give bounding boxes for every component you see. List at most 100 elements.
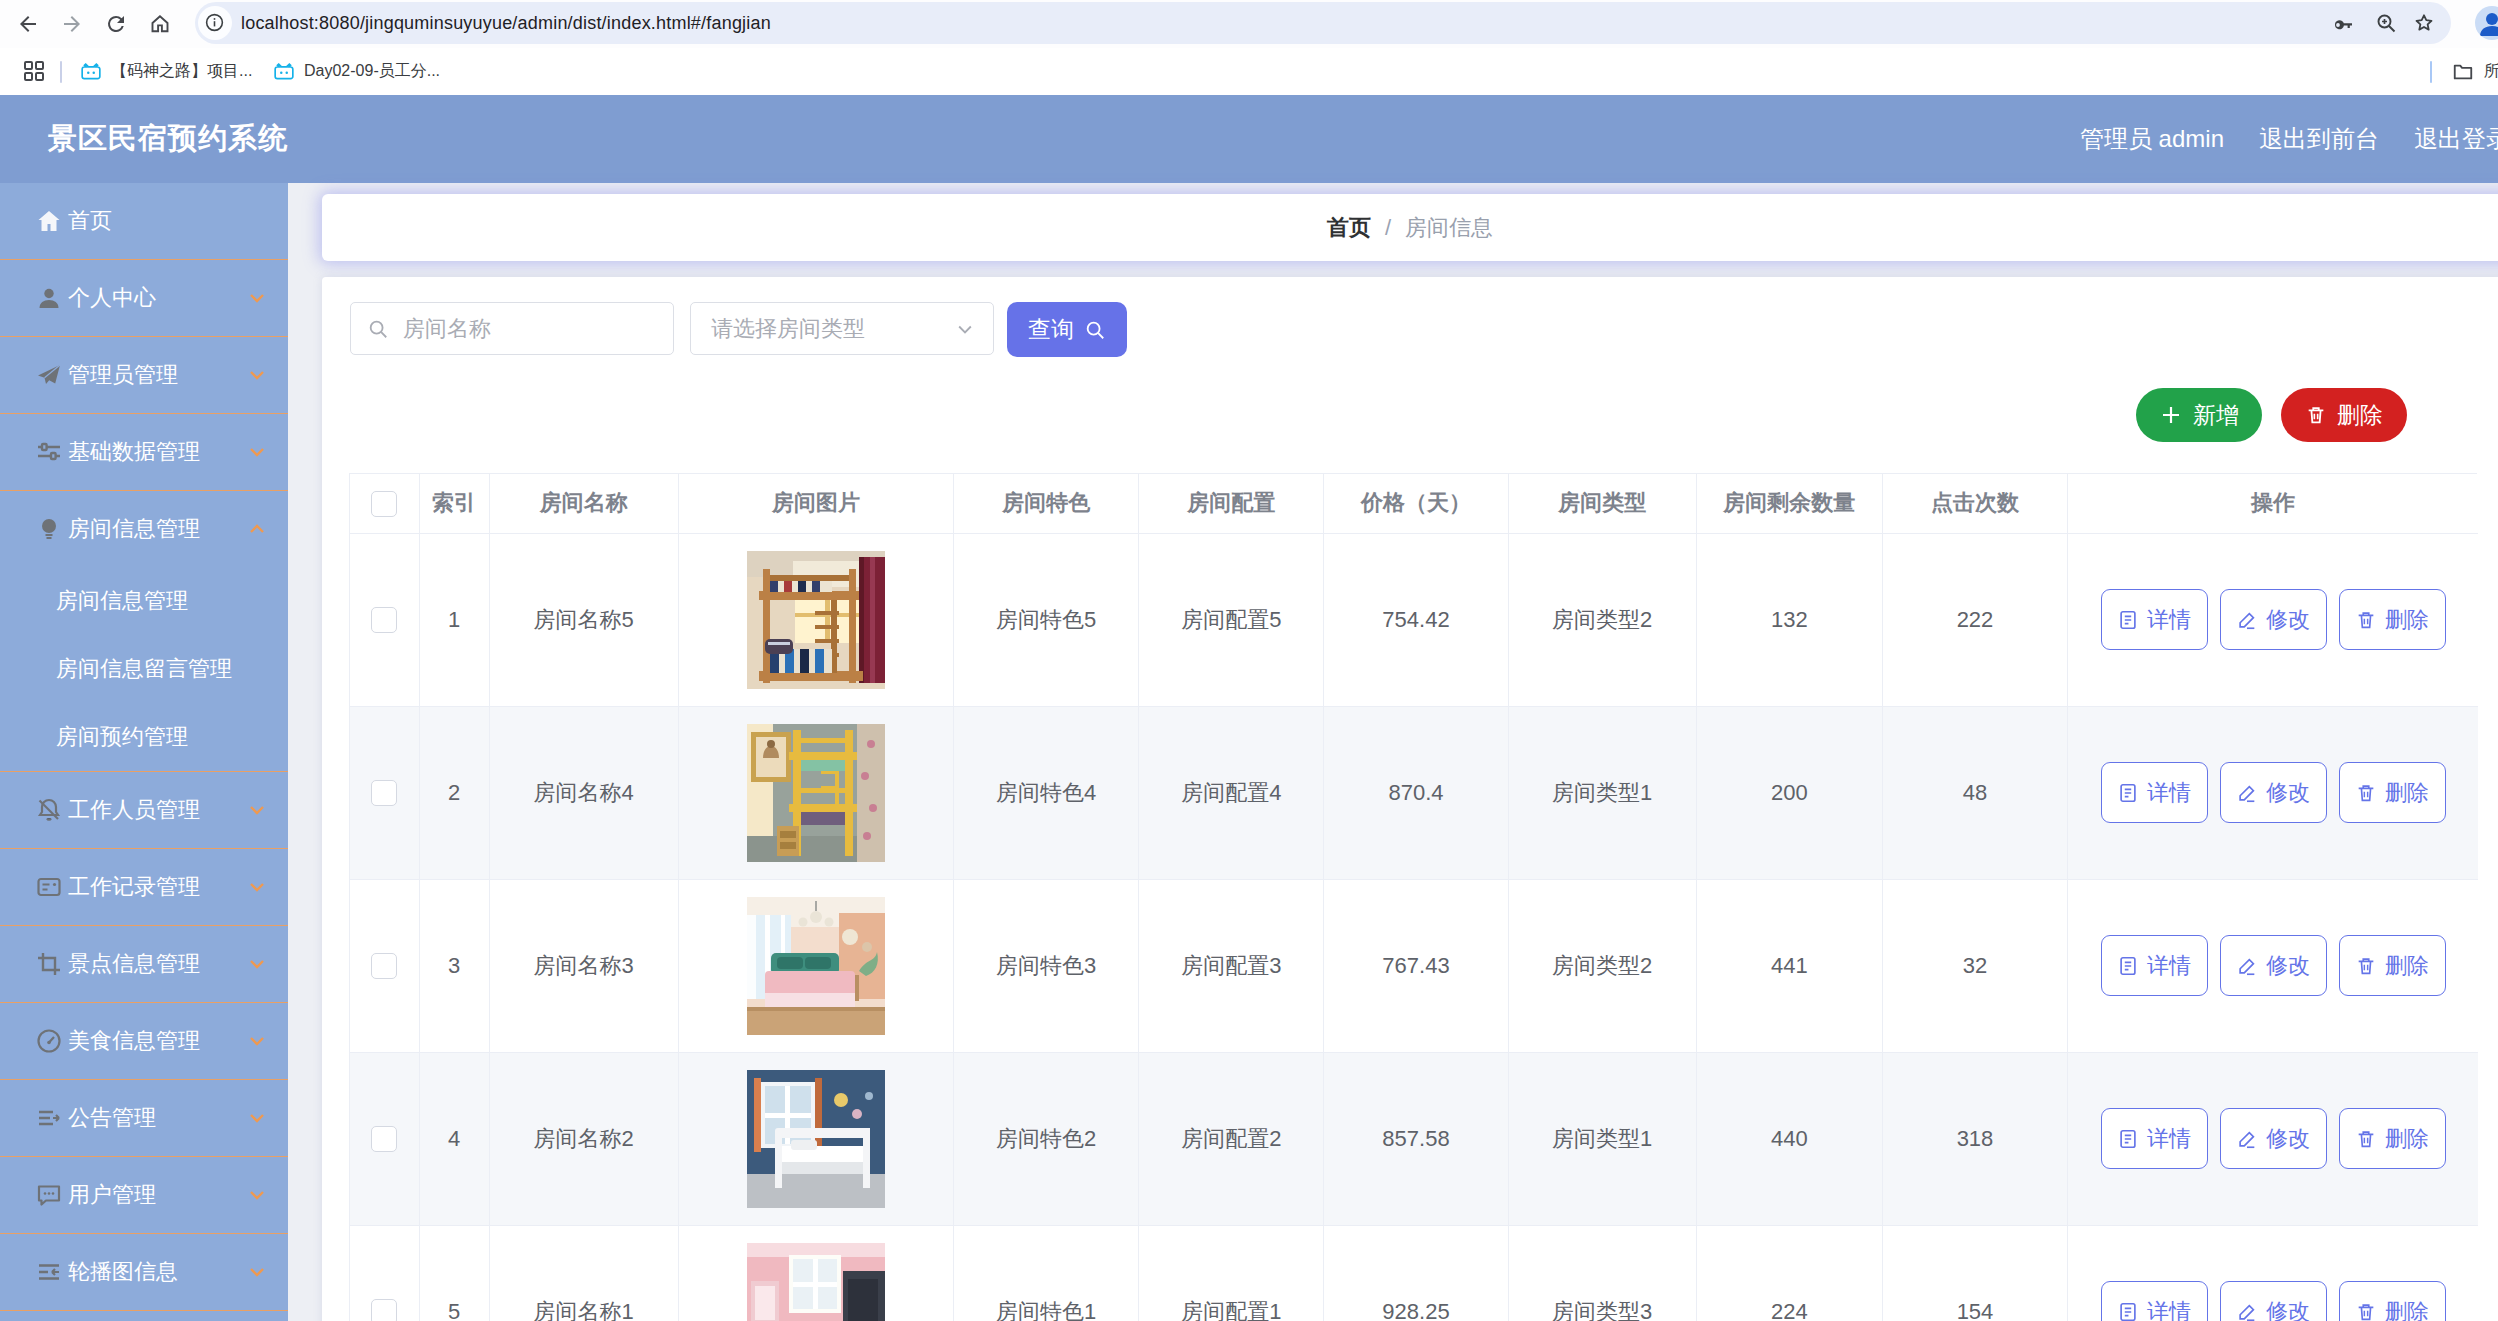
detail-button[interactable]: 详情 (2101, 935, 2208, 996)
edit-button[interactable]: 修改 (2220, 589, 2327, 650)
sidebar-item-row[interactable]: 景点信息管理 (0, 926, 288, 1002)
trash-icon (2355, 1301, 2377, 1321)
room-type: 房间类型2 (1508, 879, 1696, 1052)
sidebar-item-row[interactable]: 首页 (0, 183, 288, 259)
room-image-cell (678, 706, 953, 879)
query-button[interactable]: 查询 (1007, 302, 1127, 357)
bell-off-icon (36, 797, 62, 823)
room-config: 房间配置3 (1139, 879, 1324, 1052)
sidebar-item-row[interactable]: 管理员管理 (0, 337, 288, 413)
zoom-in-icon[interactable] (2374, 11, 2398, 35)
sidebar-item-row[interactable]: 公告管理 (0, 1080, 288, 1156)
delete-row-button[interactable]: 删除 (2339, 935, 2446, 996)
room-config: 房间配置5 (1139, 533, 1324, 706)
room-feature: 房间特色2 (954, 1052, 1139, 1225)
trash-icon (2355, 782, 2377, 804)
info-icon[interactable] (204, 12, 225, 33)
edit-button[interactable]: 修改 (2220, 1281, 2327, 1321)
room-price: 754.42 (1324, 533, 1508, 706)
refresh-icon[interactable] (104, 12, 128, 36)
sidebar-subitem[interactable]: 房间信息管理 (0, 567, 288, 635)
select-all-header (350, 474, 419, 533)
column-header: 房间剩余数量 (1696, 474, 1882, 533)
room-config: 房间配置2 (1139, 1052, 1324, 1225)
url-text[interactable]: localhost:8080/jingquminsuyuyue/admin/di… (241, 0, 771, 46)
app-title: 景区民宿预约系统 (48, 95, 288, 183)
trash-icon (2355, 1128, 2377, 1150)
delete-button[interactable]: 删除 (2281, 388, 2407, 442)
folder-icon[interactable] (2452, 61, 2474, 83)
document-icon (2117, 955, 2139, 977)
detail-button[interactable]: 详情 (2101, 1108, 2208, 1169)
sidebar-item-row[interactable]: 轮播图信息 (0, 1234, 288, 1310)
forward-icon[interactable] (60, 12, 84, 36)
row-index: 4 (419, 1052, 489, 1225)
trash-icon (2305, 404, 2327, 426)
row-checkbox[interactable] (371, 607, 397, 633)
breadcrumb-home[interactable]: 首页 (1327, 213, 1371, 243)
edit-button[interactable]: 修改 (2220, 1108, 2327, 1169)
room-name: 房间名称5 (489, 533, 678, 706)
all-bookmarks-label[interactable]: 所 (2484, 48, 2498, 95)
select-all-checkbox[interactable] (371, 491, 397, 517)
sidebar-item-row[interactable]: 美食信息管理 (0, 1003, 288, 1079)
add-button[interactable]: 新增 (2136, 388, 2262, 442)
edit-button[interactable]: 修改 (2220, 935, 2327, 996)
room-name-input[interactable]: 房间名称 (350, 302, 674, 355)
room-photo-yellow-bunk (679, 724, 953, 862)
header-link-front[interactable]: 退出到前台 (2259, 123, 2379, 155)
sidebar-item-11: 轮播图信息 (0, 1234, 288, 1311)
delete-row-button[interactable]: 删除 (2339, 1281, 2446, 1321)
sidebar-subitem[interactable]: 房间预约管理 (0, 703, 288, 771)
star-icon[interactable] (2412, 11, 2436, 35)
row-checkbox[interactable] (371, 953, 397, 979)
sidebar-item-row[interactable]: 房间信息管理 (0, 491, 288, 567)
sidebar-item-row[interactable]: 工作记录管理 (0, 849, 288, 925)
room-photo-teal-bedroom (679, 897, 953, 1035)
avatar-icon[interactable] (2475, 6, 2498, 40)
sidebar-item-label: 用户管理 (68, 1180, 156, 1210)
bookmarks-right-separator (2430, 61, 2432, 83)
sidebar-subitem[interactable]: 房间信息留言管理 (0, 635, 288, 703)
sidebar-item-row[interactable]: 个人中心 (0, 260, 288, 336)
sidebar-item-label: 管理员管理 (68, 360, 178, 390)
sidebar-item-5: 工作人员管理 (0, 772, 288, 849)
edit-button[interactable]: 修改 (2220, 762, 2327, 823)
room-photo-wood-bunk (679, 551, 953, 689)
delete-row-button[interactable]: 删除 (2339, 589, 2446, 650)
bookmark-item[interactable]: 【码神之路】项目... (81, 48, 252, 95)
app-header: 景区民宿预约系统 管理员 admin 退出到前台 退出登录 (0, 95, 2498, 183)
room-remaining: 441 (1696, 879, 1882, 1052)
header-link-admin[interactable]: 管理员 admin (2080, 123, 2224, 155)
column-header: 房间图片 (678, 474, 953, 533)
row-checkbox[interactable] (371, 780, 397, 806)
header-link-logout[interactable]: 退出登录 (2414, 123, 2498, 155)
crop-icon (36, 951, 62, 977)
room-remaining: 200 (1696, 706, 1882, 879)
back-icon[interactable] (16, 12, 40, 36)
sidebar-item-row[interactable]: 工作人员管理 (0, 772, 288, 848)
detail-button[interactable]: 详情 (2101, 1281, 2208, 1321)
room-type-select[interactable]: 请选择房间类型 (690, 302, 994, 355)
sidebar-item-label: 基础数据管理 (68, 437, 200, 467)
delete-row-button[interactable]: 删除 (2339, 1108, 2446, 1169)
detail-button[interactable]: 详情 (2101, 762, 2208, 823)
edit-pen-icon (2236, 1128, 2258, 1150)
apps-grid-icon[interactable] (23, 60, 45, 82)
key-icon[interactable] (2331, 11, 2355, 35)
room-clicks: 48 (1882, 706, 2067, 879)
delete-row-button[interactable]: 删除 (2339, 762, 2446, 823)
row-checkbox[interactable] (371, 1299, 397, 1321)
row-select-cell (350, 1225, 419, 1321)
detail-button[interactable]: 详情 (2101, 589, 2208, 650)
column-header: 房间名称 (489, 474, 678, 533)
row-checkbox[interactable] (371, 1126, 397, 1152)
sidebar-item-row[interactable]: 用户管理 (0, 1157, 288, 1233)
sidebar-item-row[interactable]: 基础数据管理 (0, 414, 288, 490)
sidebar: 首页 个人中心 管理员管理 基础数据管理 房间信息管理 房间信息管理 房间信息留… (0, 183, 288, 1321)
room-type: 房间类型2 (1508, 533, 1696, 706)
room-clicks: 318 (1882, 1052, 2067, 1225)
home-icon[interactable] (148, 12, 172, 36)
column-header: 房间配置 (1139, 474, 1324, 533)
bookmark-item[interactable]: Day02-09-员工分... (274, 48, 440, 95)
